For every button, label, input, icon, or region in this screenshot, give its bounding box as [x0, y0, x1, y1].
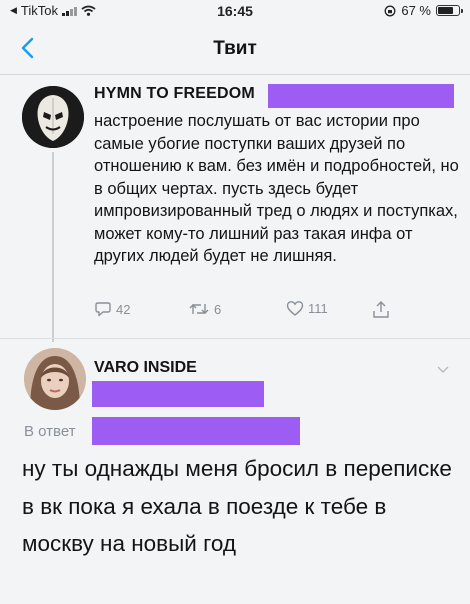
reply-icon	[95, 302, 111, 317]
page-title: Твит	[213, 38, 257, 59]
nav-bar: Твит	[0, 24, 470, 75]
battery-percent: 67 %	[401, 3, 431, 18]
chevron-down-icon[interactable]	[436, 362, 450, 376]
share-button[interactable]	[372, 300, 390, 319]
divider	[0, 338, 470, 339]
rotation-lock-icon	[384, 5, 396, 16]
tweet-actions: 42 6 111	[94, 300, 424, 326]
avatar[interactable]	[22, 86, 84, 148]
reply-to-label: В ответ	[24, 423, 76, 440]
share-icon	[373, 301, 389, 318]
author-name[interactable]: VARO INSIDE	[94, 359, 197, 377]
retweet-icon	[189, 304, 209, 314]
author-name[interactable]: HYMN TO FREEDOM	[94, 85, 255, 103]
redacted-handle	[268, 84, 454, 108]
like-button[interactable]: 111	[286, 300, 328, 317]
redacted-reply-target	[92, 417, 300, 445]
redacted-handle	[92, 381, 264, 407]
status-bar: ◀ TikTok 16:45 67 %	[0, 0, 470, 24]
like-icon	[286, 301, 304, 316]
reply-count: 42	[116, 301, 131, 317]
reply-button[interactable]: 42	[94, 300, 130, 318]
like-count: 111	[308, 301, 328, 316]
battery-icon	[436, 5, 463, 16]
mask-avatar-image	[22, 86, 84, 148]
portrait-avatar-image	[24, 348, 86, 410]
battery-fill	[438, 7, 453, 14]
tweet-text: настроение послушать от вас истории про …	[94, 112, 459, 265]
avatar[interactable]	[24, 348, 86, 410]
retweet-count: 6	[214, 301, 222, 317]
retweet-button[interactable]: 6	[188, 300, 221, 318]
reply-text: ну ты однажды меня бросил в переписке в …	[22, 456, 452, 556]
thread-line	[52, 152, 54, 342]
status-right: 67 %	[384, 3, 463, 18]
